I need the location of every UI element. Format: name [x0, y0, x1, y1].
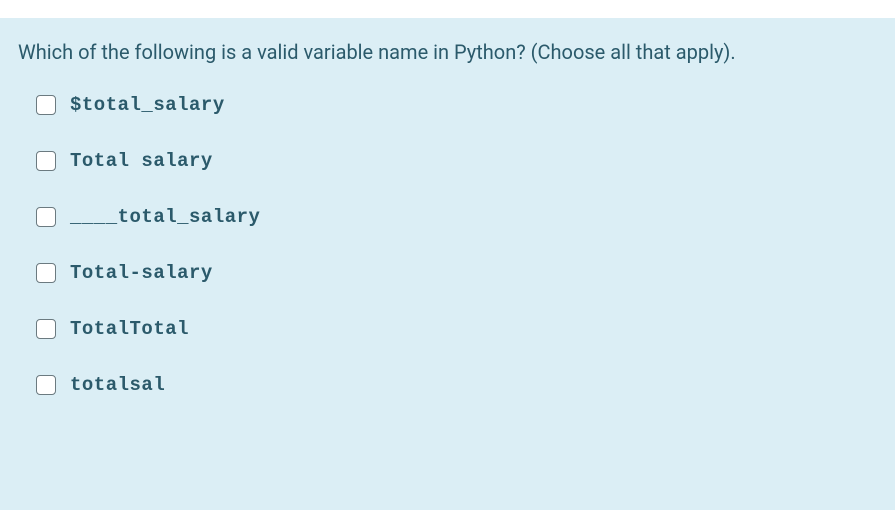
option-label: $total_salary — [70, 94, 225, 116]
option-item[interactable]: ____total_salary — [36, 206, 877, 228]
question-text: Which of the following is a valid variab… — [18, 38, 877, 66]
option-item[interactable]: $total_salary — [36, 94, 877, 116]
option-label: TotalTotal — [70, 318, 189, 340]
option-label: Total-salary — [70, 262, 213, 284]
question-container: Which of the following is a valid variab… — [0, 18, 895, 510]
option-item[interactable]: totalsal — [36, 374, 877, 396]
option-label: Total salary — [70, 150, 213, 172]
option-checkbox-1[interactable] — [36, 151, 56, 171]
option-checkbox-3[interactable] — [36, 263, 56, 283]
option-checkbox-5[interactable] — [36, 375, 56, 395]
option-item[interactable]: Total-salary — [36, 262, 877, 284]
option-checkbox-0[interactable] — [36, 95, 56, 115]
options-list: $total_salary Total salary ____total_sal… — [18, 94, 877, 396]
option-checkbox-4[interactable] — [36, 319, 56, 339]
option-label: ____total_salary — [70, 206, 260, 228]
option-item[interactable]: TotalTotal — [36, 318, 877, 340]
option-checkbox-2[interactable] — [36, 207, 56, 227]
option-label: totalsal — [70, 374, 165, 396]
option-item[interactable]: Total salary — [36, 150, 877, 172]
